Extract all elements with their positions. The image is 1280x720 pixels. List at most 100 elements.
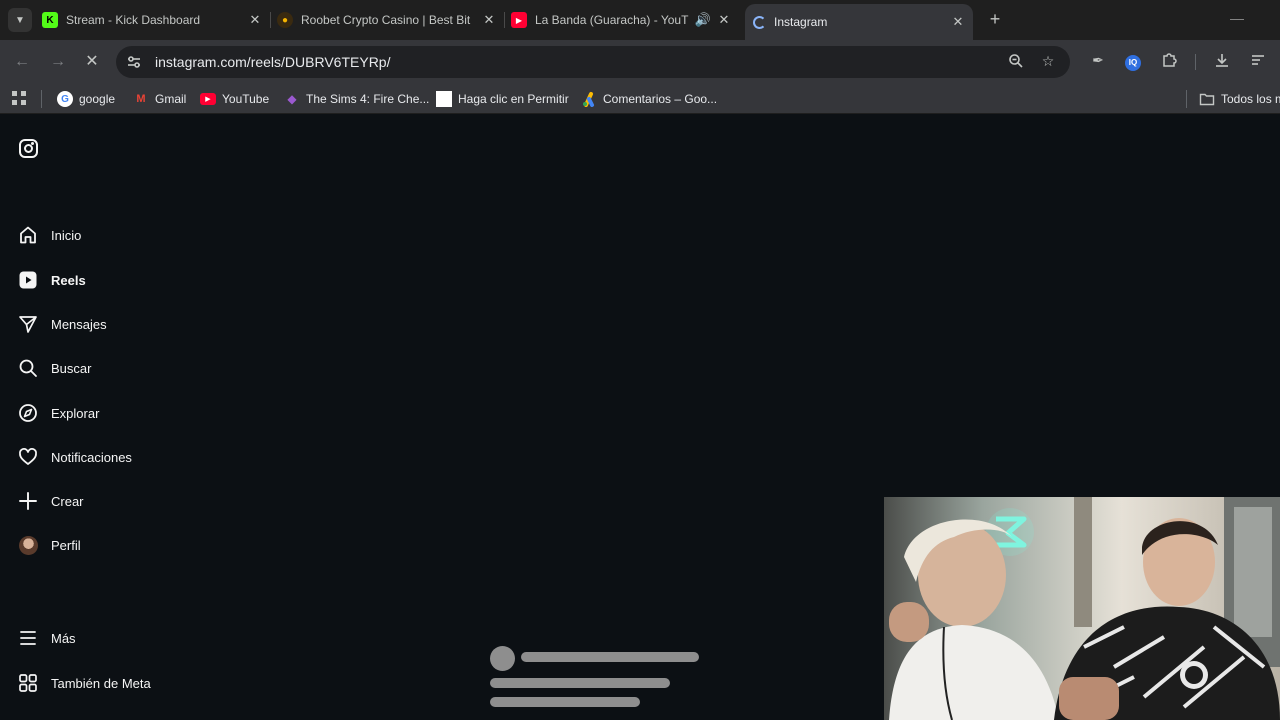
google-ads-icon bbox=[581, 91, 597, 107]
new-tab-button[interactable]: + bbox=[984, 8, 1006, 32]
instagram-logo-icon[interactable] bbox=[19, 139, 38, 158]
close-icon[interactable]: ✕ bbox=[949, 14, 967, 30]
toolbar-separator bbox=[1195, 54, 1196, 70]
bookmark-label: Comentarios – Goo... bbox=[603, 92, 718, 106]
close-icon[interactable]: ✕ bbox=[480, 12, 498, 28]
nav-home[interactable]: Inicio bbox=[18, 223, 81, 247]
tab-roobet[interactable]: ● Roobet Crypto Casino | Best Bit ✕ bbox=[277, 6, 498, 34]
bookmarks-separator bbox=[1186, 90, 1187, 108]
nav-label: Reels bbox=[51, 272, 86, 288]
google-icon: G bbox=[57, 91, 73, 107]
kick-icon: K bbox=[42, 12, 58, 28]
tab-youtube[interactable]: ▶ La Banda (Guaracha) - YouT 🔊 ✕ bbox=[511, 6, 733, 34]
bookmark-label: google bbox=[79, 92, 116, 106]
tab-separator bbox=[504, 12, 505, 28]
pen-extension-icon[interactable]: ✒ bbox=[1088, 52, 1108, 72]
folder-icon bbox=[1199, 91, 1215, 107]
nav-label: Explorar bbox=[51, 405, 100, 421]
nav-label: Inicio bbox=[51, 227, 82, 243]
bookmark-label: Gmail bbox=[155, 92, 187, 106]
search-icon bbox=[18, 358, 38, 378]
bookmark-comentarios[interactable]: Comentarios – Goo... bbox=[581, 90, 717, 108]
tab-title: La Banda (Guaracha) - YouT bbox=[535, 13, 689, 27]
nav-label: Notificaciones bbox=[51, 449, 132, 465]
bookmark-youtube[interactable]: ▶ YouTube bbox=[200, 90, 269, 108]
skeleton-line bbox=[490, 678, 670, 688]
nav-create[interactable]: Crear bbox=[18, 489, 84, 513]
tab-title: Instagram bbox=[774, 15, 828, 29]
bookmark-label: Todos los m bbox=[1221, 92, 1280, 106]
minimize-button[interactable]: — bbox=[1230, 10, 1244, 26]
close-icon[interactable]: ✕ bbox=[715, 12, 733, 28]
forward-button[interactable]: → bbox=[46, 50, 70, 74]
bookmark-label: Haga clic en Permitir bbox=[458, 92, 569, 106]
bookmark-sims[interactable]: ◆ The Sims 4: Fire Che... bbox=[284, 90, 429, 108]
skeleton-avatar bbox=[490, 646, 515, 671]
reading-list-icon[interactable] bbox=[1248, 52, 1268, 72]
heart-icon bbox=[18, 447, 38, 467]
avatar bbox=[18, 535, 38, 555]
nav-notifications[interactable]: Notificaciones bbox=[18, 445, 132, 469]
reels-icon bbox=[18, 270, 38, 290]
tab-separator bbox=[270, 12, 271, 28]
tab-instagram[interactable]: Instagram ✕ bbox=[745, 4, 973, 40]
tab-strip: ▼ K Stream - Kick Dashboard ✕ ● Roobet C… bbox=[0, 0, 1280, 40]
close-icon: ✕ bbox=[85, 53, 99, 70]
nav-label: Más bbox=[51, 630, 76, 646]
sims-icon: ◆ bbox=[287, 92, 297, 106]
blank-page-icon bbox=[436, 91, 452, 107]
nav-messages[interactable]: Mensajes bbox=[18, 312, 107, 336]
close-icon[interactable]: ✕ bbox=[246, 12, 264, 28]
webcam-image bbox=[884, 497, 1280, 720]
gmail-icon: M bbox=[136, 93, 146, 105]
tab-title: Stream - Kick Dashboard bbox=[66, 13, 201, 27]
menu-icon bbox=[18, 628, 38, 648]
bookmark-label: The Sims 4: Fire Che... bbox=[306, 92, 430, 106]
home-icon bbox=[18, 225, 38, 245]
site-settings-icon[interactable] bbox=[126, 54, 142, 70]
stop-button[interactable]: ✕ bbox=[80, 50, 104, 74]
nav-meta[interactable]: También de Meta bbox=[18, 671, 151, 695]
star-icon[interactable]: ☆ bbox=[1038, 53, 1058, 73]
download-icon[interactable] bbox=[1212, 52, 1232, 72]
nav-more[interactable]: Más bbox=[18, 626, 76, 650]
nav-label: Crear bbox=[51, 493, 84, 509]
puzzle-icon[interactable] bbox=[1159, 52, 1179, 72]
skeleton-line bbox=[521, 652, 699, 662]
address-bar[interactable]: instagram.com/reels/DUBRV6TEYRp/ ☆ bbox=[116, 46, 1070, 78]
apps-grid-icon bbox=[11, 90, 27, 109]
tab-search-button[interactable]: ▼ bbox=[8, 8, 32, 32]
plus-icon: + bbox=[989, 9, 1001, 29]
meta-grid-icon bbox=[18, 673, 38, 693]
roobet-icon: ● bbox=[277, 12, 293, 28]
nav-label: Buscar bbox=[51, 360, 92, 376]
all-bookmarks-button[interactable]: Todos los m bbox=[1199, 90, 1280, 108]
nav-explore[interactable]: Explorar bbox=[18, 401, 99, 425]
plus-icon bbox=[18, 491, 38, 511]
arrow-left-icon: ← bbox=[14, 53, 30, 70]
browser-toolbar: ← → ✕ instagram.com/reels/DUBRV6TEYRp/ ☆… bbox=[0, 40, 1280, 84]
webcam-overlay bbox=[884, 497, 1280, 720]
tab-title: Roobet Crypto Casino | Best Bit bbox=[301, 13, 471, 27]
tab-kick[interactable]: K Stream - Kick Dashboard ✕ bbox=[42, 6, 264, 34]
bookmark-gmail[interactable]: M Gmail bbox=[133, 90, 186, 108]
extension-badge-icon[interactable]: IQ bbox=[1123, 52, 1143, 72]
bookmark-google[interactable]: G google bbox=[57, 90, 115, 108]
bookmarks-bar: G google M Gmail ▶ YouTube ◆ The Sims 4:… bbox=[0, 84, 1280, 114]
nav-label: También de Meta bbox=[51, 675, 151, 691]
nav-label: Perfil bbox=[51, 537, 81, 553]
nav-profile[interactable]: Perfil bbox=[18, 533, 81, 557]
bookmark-permitir[interactable]: Haga clic en Permitir bbox=[436, 90, 569, 108]
url-text[interactable]: instagram.com/reels/DUBRV6TEYRp/ bbox=[155, 54, 390, 70]
arrow-right-icon: → bbox=[50, 53, 66, 70]
youtube-icon: ▶ bbox=[511, 12, 527, 28]
apps-button[interactable] bbox=[11, 90, 27, 108]
compass-icon bbox=[18, 403, 38, 423]
back-button[interactable]: ← bbox=[10, 50, 34, 74]
speaker-icon[interactable]: 🔊 bbox=[691, 12, 715, 28]
zoom-icon[interactable] bbox=[1006, 53, 1026, 73]
skeleton-line bbox=[490, 697, 640, 707]
nav-reels[interactable]: Reels bbox=[18, 268, 86, 292]
nav-label: Mensajes bbox=[51, 316, 107, 332]
nav-search[interactable]: Buscar bbox=[18, 356, 91, 380]
